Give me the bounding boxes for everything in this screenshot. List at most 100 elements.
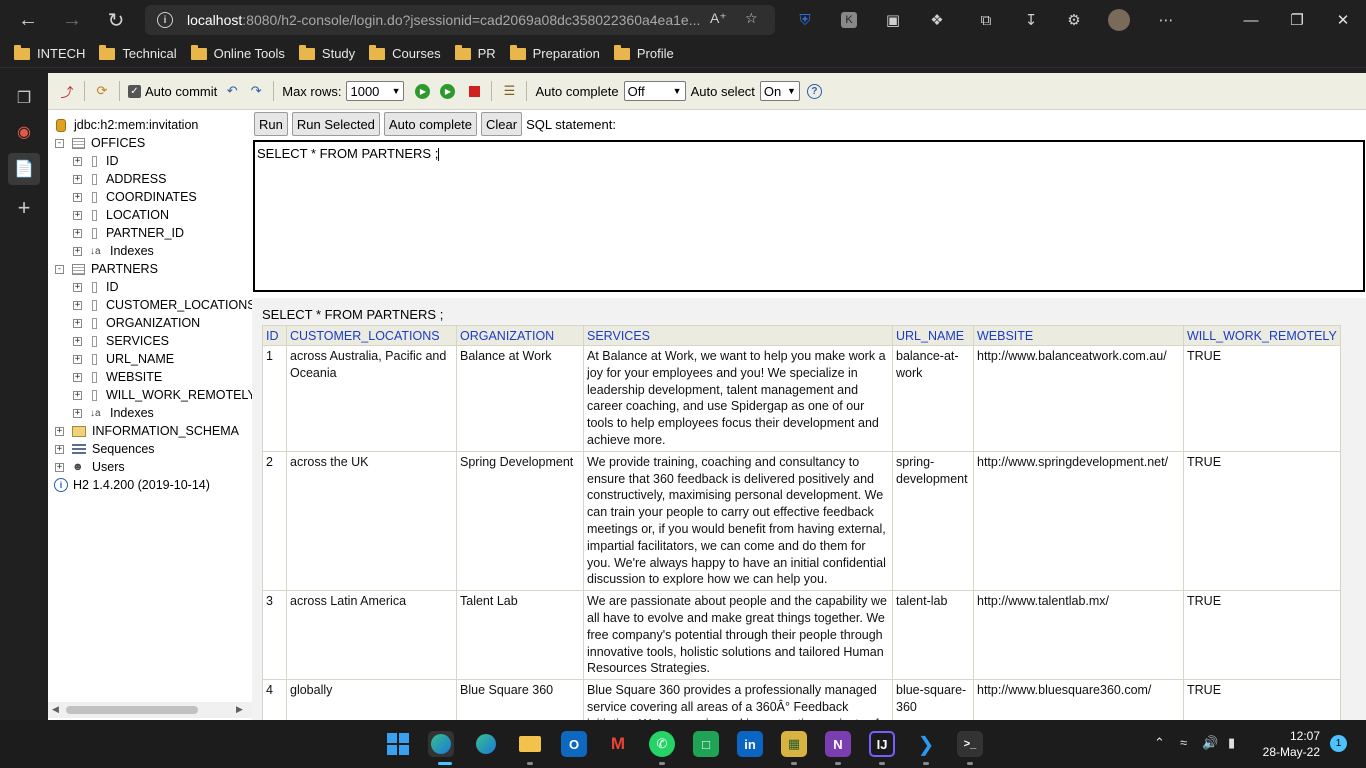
bookmark-folder[interactable]: Courses (369, 44, 441, 61)
expand-icon[interactable]: + (73, 318, 82, 328)
intellij-icon[interactable]: IJ (869, 731, 895, 757)
expand-icon[interactable]: + (73, 174, 82, 184)
expand-icon[interactable]: + (73, 192, 82, 202)
expand-icon[interactable]: + (73, 210, 82, 220)
tree-column[interactable]: + ADDRESS (73, 170, 166, 188)
scrollbar-thumb[interactable] (66, 706, 198, 714)
tree-column[interactable]: + SERVICES (73, 332, 169, 350)
auto-select-select[interactable]: On ▼ (759, 81, 800, 101)
back-arrow-icon[interactable]: ← (6, 0, 50, 40)
stop-icon[interactable] (465, 82, 483, 100)
system-clock[interactable]: 12:07 28-May-22 (1256, 728, 1320, 760)
tree-connection[interactable]: jdbc:h2:mem:invitation (56, 116, 198, 134)
help-icon[interactable]: ? (806, 83, 822, 99)
edge-active-icon[interactable] (428, 731, 454, 757)
max-rows-select[interactable]: 1000 ▼ (346, 81, 405, 101)
record-icon[interactable]: ◉ (12, 120, 36, 144)
tab-actions-icon[interactable]: ❐ (12, 86, 36, 110)
tree-column[interactable]: + WILL_WORK_REMOTELY (73, 386, 252, 404)
file-explorer-icon[interactable] (517, 731, 543, 757)
tree-table-partners[interactable]: - PARTNERS (55, 260, 158, 278)
bookmark-folder[interactable]: Profile (613, 44, 674, 61)
profile-avatar[interactable] (1108, 9, 1130, 31)
column-header[interactable]: ORGANIZATION (456, 325, 584, 346)
expand-icon[interactable]: + (73, 336, 82, 346)
tree-column[interactable]: + WEBSITE (73, 368, 162, 386)
bitwarden-shield-icon[interactable]: ⛨ (794, 9, 816, 31)
tree-column[interactable]: + LOCATION (73, 206, 169, 224)
run-button[interactable]: Run (254, 112, 288, 136)
tree-indexes[interactable]: + ↓a Indexes (73, 242, 154, 260)
start-windows-icon[interactable] (385, 731, 411, 757)
battery-icon[interactable]: ▮ (1228, 735, 1235, 751)
terminal-icon[interactable]: >_ (957, 731, 983, 757)
clear-button[interactable]: Clear (481, 112, 523, 136)
onenote-icon[interactable]: N (825, 731, 851, 757)
bookmark-folder[interactable]: INTECH (14, 44, 85, 61)
bookmark-folder[interactable]: PR (454, 44, 496, 61)
tree-table-offices[interactable]: - OFFICES (55, 134, 145, 152)
vscode-icon[interactable]: ❯ (913, 731, 939, 757)
column-header[interactable]: WEBSITE (973, 325, 1184, 346)
spreadsheet-icon[interactable]: ▦ (781, 731, 807, 757)
auto-commit-checkbox[interactable]: ✓ (128, 84, 141, 98)
auto-complete-button[interactable]: Auto complete (383, 112, 478, 136)
wifi-icon[interactable]: ≈ (1180, 735, 1187, 750)
notification-badge[interactable]: 1 (1330, 735, 1347, 752)
current-tab-icon[interactable]: 📄 (8, 153, 40, 185)
address-bar[interactable]: i localhost:8080/h2-console/login.do?jse… (145, 5, 775, 35)
auto-complete-select[interactable]: Off ▼ (623, 81, 686, 101)
run-play-icon[interactable]: ▶ (415, 83, 431, 99)
gmail-icon[interactable]: M (605, 731, 631, 757)
tree-column[interactable]: + CUSTOMER_LOCATIONS (73, 296, 252, 314)
outlook-icon[interactable]: O (561, 731, 587, 757)
tree-column[interactable]: + COORDINATES (73, 188, 197, 206)
tree-horizontal-scrollbar[interactable]: ◀ ▶ (48, 702, 252, 718)
column-header[interactable]: SERVICES (583, 325, 893, 346)
tree-column[interactable]: + ID (73, 278, 119, 296)
screen-icon[interactable]: ▣ (882, 9, 904, 31)
close-icon[interactable]: ✕ (1320, 0, 1366, 40)
tree-indexes[interactable]: + ↓a Indexes (73, 404, 154, 422)
bookmark-folder[interactable]: Technical (99, 44, 177, 61)
extension-k-icon[interactable]: K (838, 9, 860, 31)
volume-icon[interactable]: 🔊 (1202, 735, 1218, 751)
expand-icon[interactable]: + (73, 282, 82, 292)
forward-arrow-icon[interactable]: → (50, 0, 94, 40)
chat-icon[interactable]: □ (693, 731, 719, 757)
history-icon[interactable]: ☰ (500, 82, 518, 100)
bookmark-folder[interactable]: Study (298, 44, 355, 61)
tree-column[interactable]: + ID (73, 152, 119, 170)
expand-icon[interactable]: + (55, 426, 64, 436)
linkedin-icon[interactable]: in (737, 731, 763, 757)
favorites-star-icon[interactable]: ☆ (745, 10, 758, 27)
expand-icon[interactable]: + (73, 408, 82, 418)
column-header[interactable]: URL_NAME (892, 325, 974, 346)
tree-column[interactable]: + ORGANIZATION (73, 314, 200, 332)
expand-icon[interactable]: + (55, 462, 64, 472)
tree-column[interactable]: + URL_NAME (73, 350, 174, 368)
minimize-icon[interactable]: — (1228, 0, 1274, 40)
sql-editor[interactable]: SELECT * FROM PARTNERS ; (253, 140, 1365, 292)
bookmark-folder[interactable]: Online Tools (190, 44, 285, 61)
tree-sequences[interactable]: + Sequences (55, 440, 155, 458)
expand-icon[interactable]: + (55, 444, 64, 454)
collapse-icon[interactable]: - (55, 264, 64, 274)
bookmark-folder[interactable]: Preparation (509, 44, 600, 61)
refresh-icon[interactable]: ↻ (94, 0, 138, 40)
read-aloud-icon[interactable]: A⁺ (710, 10, 727, 27)
more-options-icon[interactable]: ⋯ (1155, 9, 1177, 31)
downloads-icon[interactable]: ↧ (1020, 9, 1042, 31)
scroll-left-arrow-icon[interactable]: ◀ (52, 704, 59, 715)
expand-icon[interactable]: + (73, 246, 82, 256)
expand-icon[interactable]: + (73, 390, 82, 400)
expand-icon[interactable]: + (73, 300, 82, 310)
column-header[interactable]: ID (262, 325, 287, 346)
restore-icon[interactable]: ❐ (1274, 0, 1320, 40)
disconnect-icon[interactable]: ⤴ (58, 82, 76, 100)
expand-icon[interactable]: + (73, 156, 82, 166)
tree-information-schema[interactable]: + INFORMATION_SCHEMA (55, 422, 239, 440)
run-selected-icon[interactable]: ▶ (440, 83, 456, 99)
expand-icon[interactable]: + (73, 228, 82, 238)
column-header[interactable]: CUSTOMER_LOCATIONS (286, 325, 457, 346)
